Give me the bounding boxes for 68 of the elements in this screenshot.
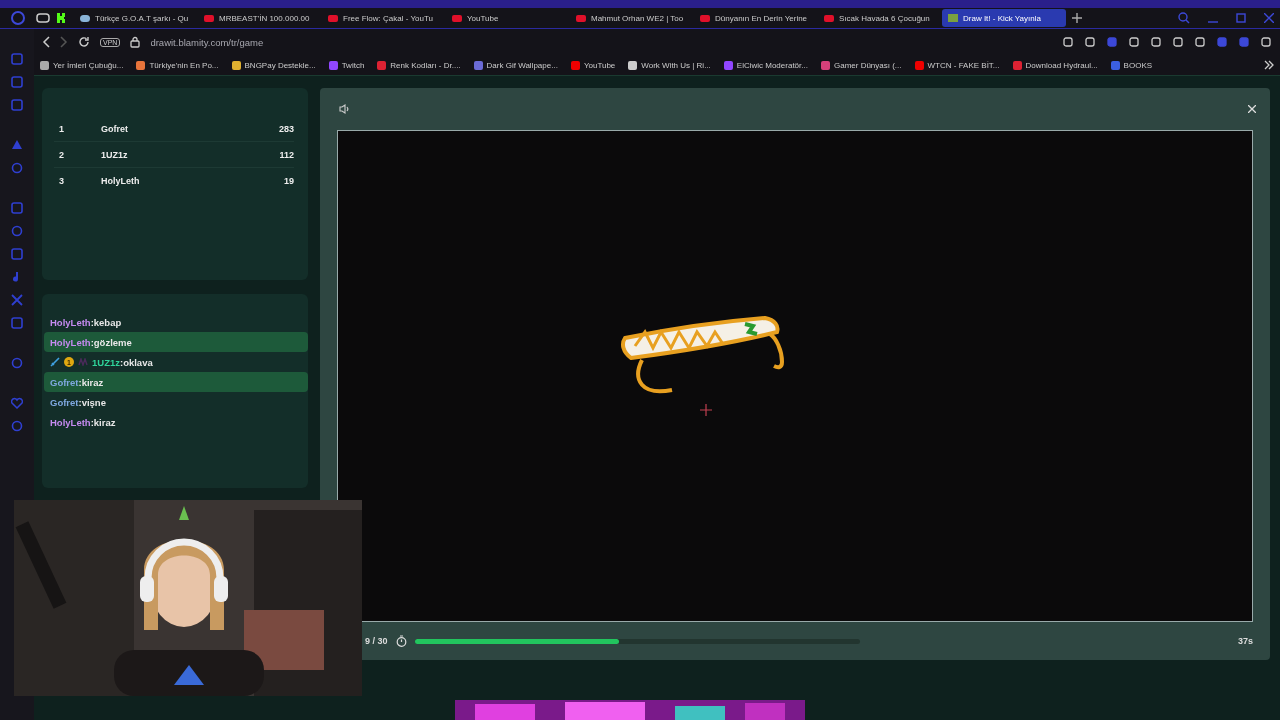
bookmark[interactable]: BOOKS [1110,60,1153,70]
browser-tab[interactable]: Dünyanın En Derin Yerine [694,9,812,27]
bookmark[interactable]: Twitch [328,60,365,70]
url-field[interactable]: drawit.blamity.com/tr/game [150,36,264,48]
chat-message: 1UZ1z:oklava [92,356,153,368]
player-name: 1UZ1z [101,149,129,160]
sidebar-app-icon[interactable] [11,225,23,237]
sidebar-app-icon[interactable] [11,53,23,65]
sidebar-app-icon[interactable] [11,420,23,432]
browser-tab[interactable]: Draw It! - Kick Yayınla [942,9,1066,27]
sidebar-app-icon[interactable] [11,248,23,260]
maximize-icon[interactable] [1236,13,1246,23]
browser-tab[interactable]: YouTube [446,9,564,27]
rank-number: 3 [58,175,65,186]
bookmark[interactable]: Yer İmleri Çubuğu... [40,60,124,70]
bookmark[interactable]: Türkiye'nin En Po... [136,60,219,70]
lock-icon [130,36,141,48]
bookmark[interactable]: ElCiwic Moderatör... [723,60,808,70]
sidebar-app-icon[interactable] [11,99,23,111]
reload-icon[interactable] [78,36,90,48]
bookmark[interactable]: Work With Us | Ri... [628,60,711,70]
browser-tab[interactable]: Mahmut Orhan WE2 | Too [570,9,688,27]
bookmark[interactable]: WTCN - FAKE BİT... [914,60,1000,70]
browser-logo-icon[interactable] [10,10,26,26]
player-score: 283 [278,123,294,134]
badge-icon [78,358,88,366]
bookmark[interactable]: Gamer Dünyası (... [820,60,902,70]
bookmark[interactable]: Dark Gif Wallpape... [473,60,558,70]
sidebar-app-icon[interactable] [11,294,23,306]
back-icon[interactable] [42,36,50,48]
sidebar-app-icon[interactable] [11,139,23,151]
rank-number: 2 [58,149,65,160]
time-left: 37s [1237,636,1253,646]
chat-message: Gofret:kiraz [50,376,104,388]
chat-message: Gofret:vişne [50,396,106,408]
bookmark[interactable]: BNGPay Destekle... [231,60,316,70]
browser-tab[interactable]: MRBEAST'İN 100.000.00 [198,9,316,27]
sidebar-app-icon[interactable] [11,357,23,369]
new-tab-icon[interactable] [1072,13,1082,23]
forward-icon[interactable] [60,36,68,48]
bookmark[interactable]: Renk Kodları - Dr.... [377,60,461,70]
chat-message: HolyLeth:kebap [50,316,122,328]
timer-icon [395,635,407,647]
rank-number: 1 [58,123,65,134]
search-icon[interactable] [1178,12,1190,24]
sword-icon [50,357,60,367]
bookmark[interactable]: Download Hydraul... [1012,60,1098,70]
more-bookmarks-icon[interactable] [1264,60,1274,70]
chat-message: HolyLeth:gözleme [50,336,132,348]
player-score: 19 [284,175,294,186]
browser-tab[interactable]: Türkçe G.O.A.T şarkı - Qu [74,9,192,27]
kick-logo-icon[interactable] [56,12,68,24]
player-score: 112 [279,149,294,160]
sidebar-app-icon[interactable] [11,162,23,174]
sidebar-app-icon[interactable] [11,397,23,409]
player-name: Gofret [101,123,129,134]
sidebar-app-icon[interactable] [11,317,23,329]
cursor-icon [699,403,713,417]
chat-message: HolyLeth:kiraz [50,416,116,428]
browser-tab[interactable]: Sıcak Havada 6 Çocuğun [818,9,936,27]
bookmark[interactable]: YouTube [570,60,616,70]
player-name: HolyLeth [101,175,141,186]
sidebar-app-icon[interactable] [11,76,23,88]
sidebar-app-icon[interactable] [11,202,23,214]
speaker-icon[interactable] [339,104,350,114]
browser-tab[interactable]: Free Flow: Çakal - YouTu [322,9,440,27]
round-counter: 9 / 30 [365,636,388,646]
game-controller-icon[interactable] [36,12,50,24]
